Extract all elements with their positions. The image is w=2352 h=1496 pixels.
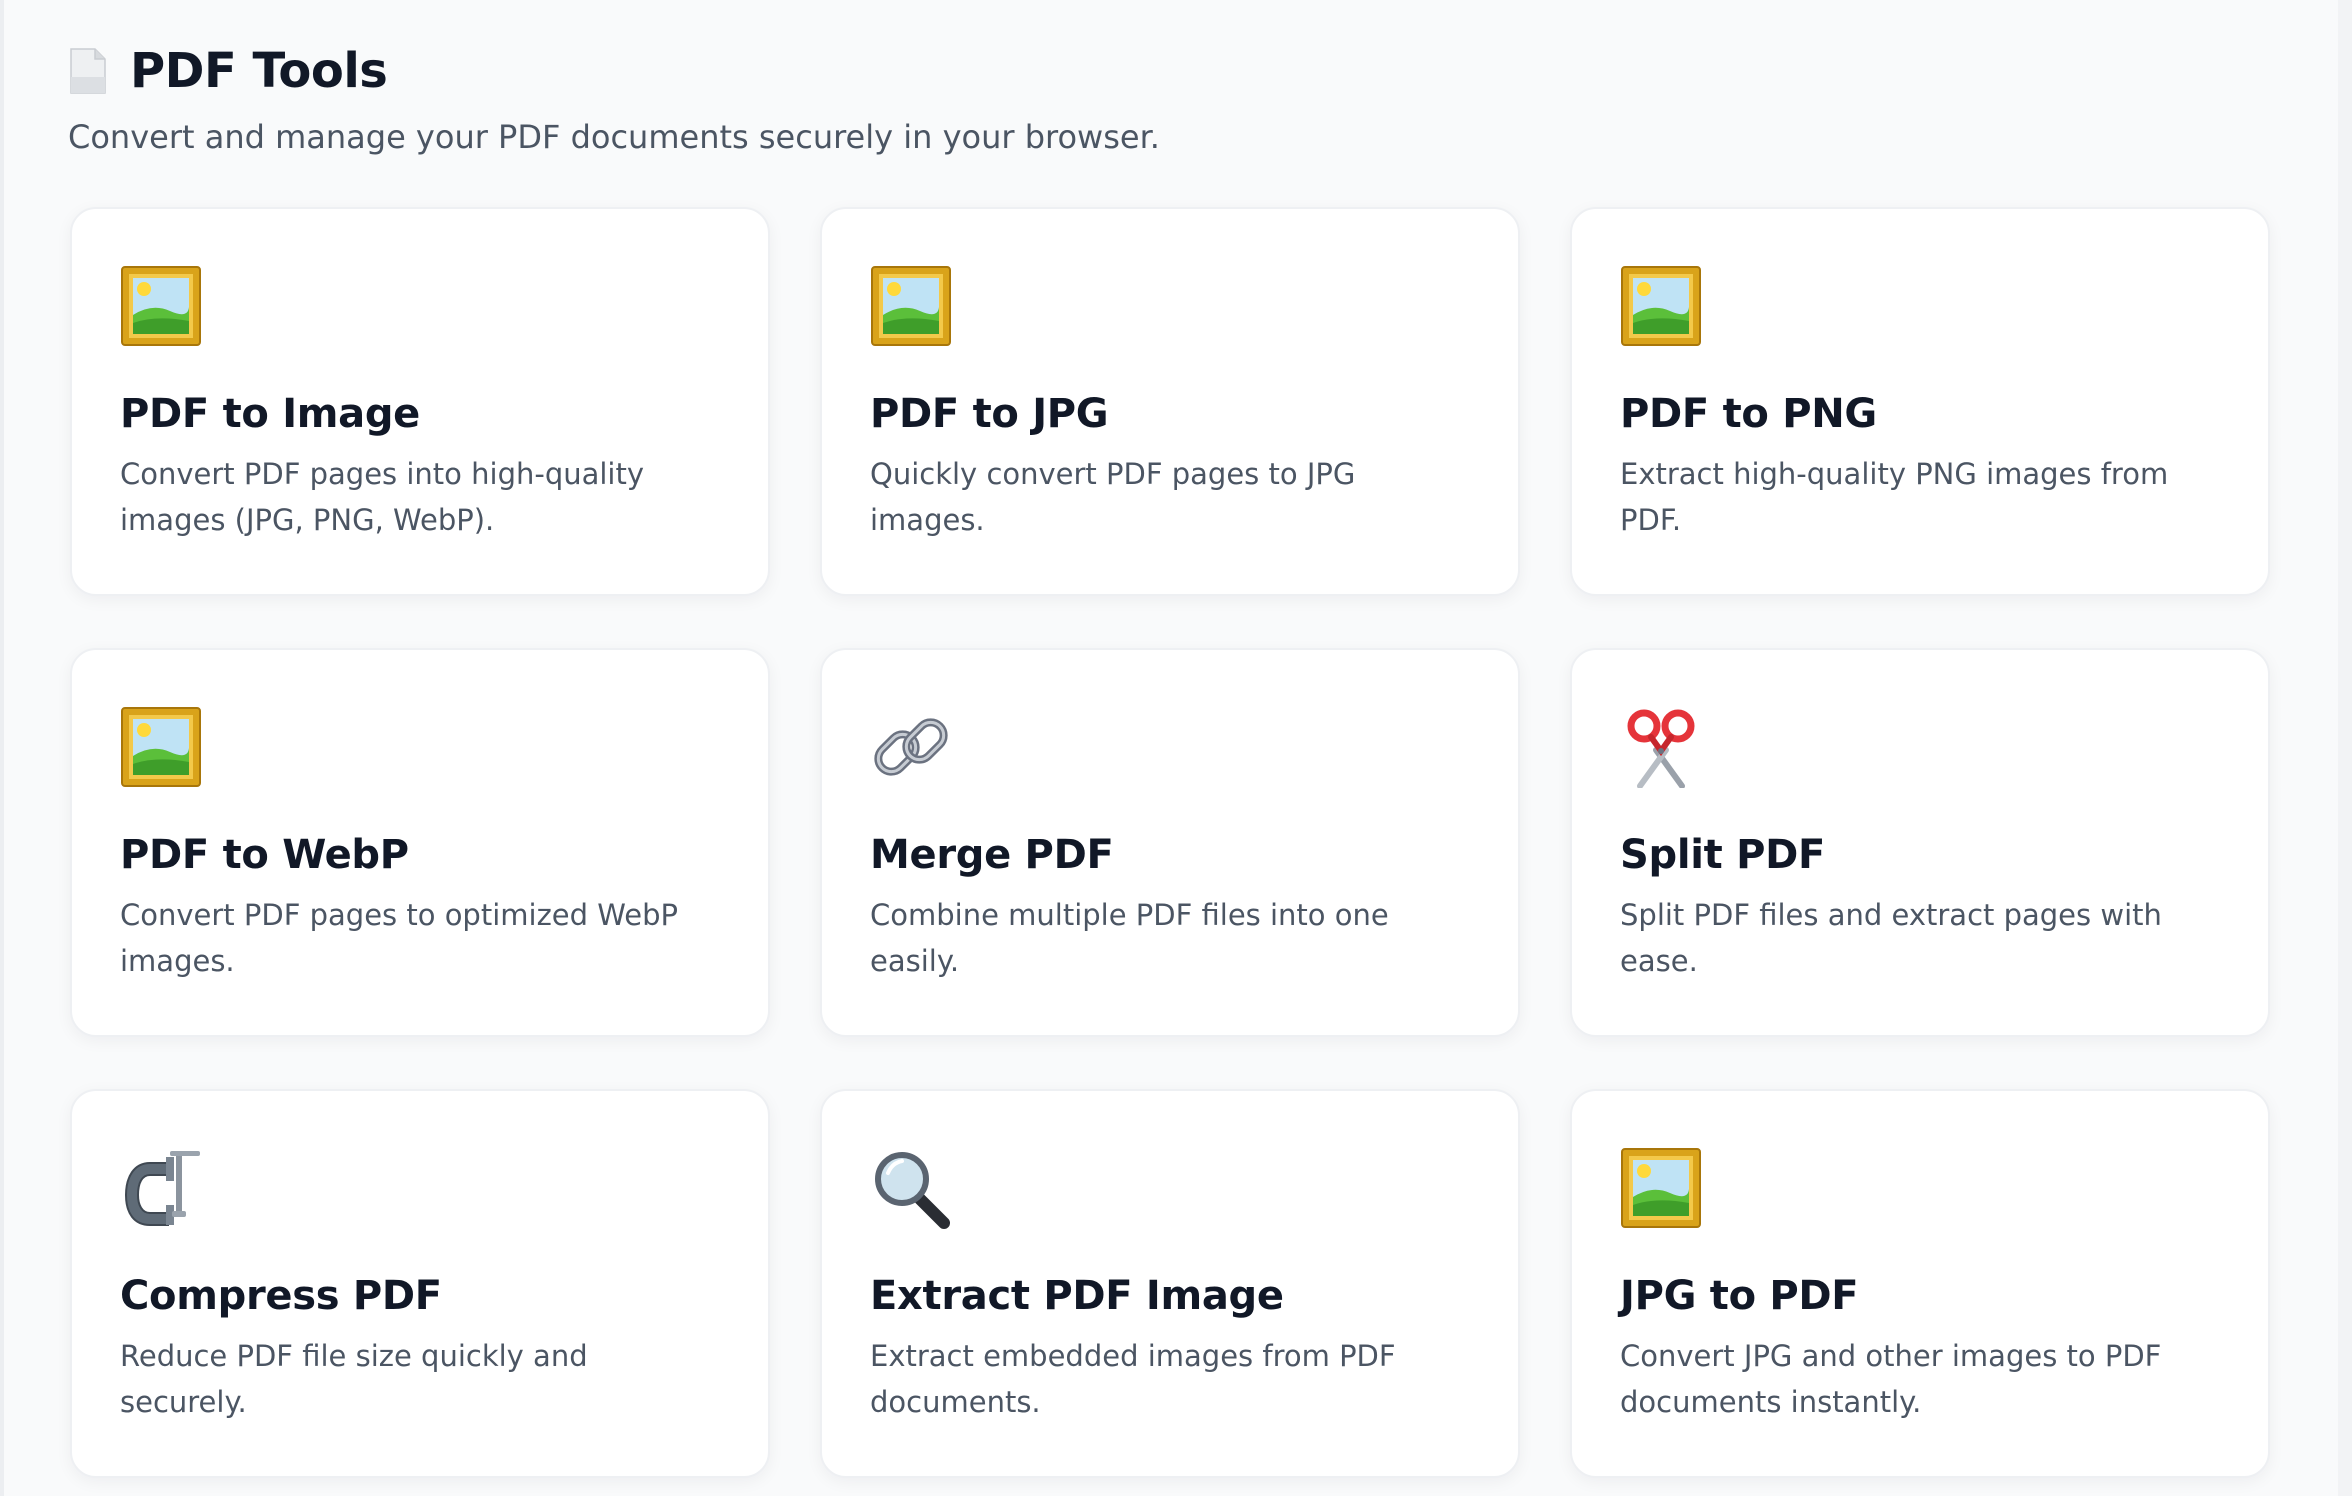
framed-picture-icon xyxy=(1621,1148,1701,1228)
page-subtitle: Convert and manage your PDF documents se… xyxy=(68,118,1160,156)
link-icon xyxy=(874,718,948,776)
tool-title: Compress PDF xyxy=(120,1273,442,1319)
framed-picture-icon xyxy=(1621,266,1701,346)
magnifying-glass-icon xyxy=(875,1152,950,1229)
tool-title: JPG to PDF xyxy=(1620,1273,1859,1319)
tool-description: Quickly convert PDF pages to JPG images. xyxy=(870,457,1356,537)
tools-grid: PDF to Image Convert PDF pages into high… xyxy=(70,207,2270,1478)
scissors-icon xyxy=(1627,709,1695,788)
tool-card-pdf-to-png[interactable]: PDF to PNG Extract high-quality PNG imag… xyxy=(1570,207,2270,596)
tool-title: Extract PDF Image xyxy=(870,1273,1284,1319)
tool-title: Merge PDF xyxy=(870,832,1114,878)
tool-card-split-pdf[interactable]: Split PDF Split PDF files and extract pa… xyxy=(1570,648,2270,1037)
tool-title: PDF to JPG xyxy=(870,391,1109,437)
tool-card-pdf-to-webp[interactable]: PDF to WebP Convert PDF pages to optimiz… xyxy=(70,648,770,1037)
pdf-tools-page: PDF Tools Convert and manage your PDF do… xyxy=(0,0,2352,1496)
framed-picture-icon xyxy=(121,707,201,787)
tool-description: Convert JPG and other images to PDF docu… xyxy=(1620,1339,2162,1419)
document-icon xyxy=(70,48,106,94)
left-border xyxy=(0,0,4,1496)
tool-card-pdf-to-image[interactable]: PDF to Image Convert PDF pages into high… xyxy=(70,207,770,596)
framed-picture-icon xyxy=(121,266,201,346)
tool-card-pdf-to-jpg[interactable]: PDF to JPG Quickly convert PDF pages to … xyxy=(820,207,1520,596)
scrollbar-track[interactable] xyxy=(2338,0,2352,1496)
tool-description: Convert PDF pages into high-quality imag… xyxy=(120,457,645,537)
tool-card-merge-pdf[interactable]: Merge PDF Combine multiple PDF files int… xyxy=(820,648,1520,1037)
tool-title: Split PDF xyxy=(1620,832,1826,878)
tool-title: PDF to PNG xyxy=(1620,391,1877,437)
tool-title: PDF to Image xyxy=(120,391,421,437)
tool-description: Reduce PDF file size quickly and securel… xyxy=(120,1339,588,1419)
title-row: PDF Tools xyxy=(68,38,1160,104)
tool-card-extract-pdf-image[interactable]: Extract PDF Image Extract embedded image… xyxy=(820,1089,1520,1478)
framed-picture-icon xyxy=(871,266,951,346)
tool-description: Combine multiple PDF files into one easi… xyxy=(870,898,1389,978)
tool-title: PDF to WebP xyxy=(120,832,409,878)
tool-card-jpg-to-pdf[interactable]: JPG to PDF Convert JPG and other images … xyxy=(1570,1089,2270,1478)
page-header: PDF Tools Convert and manage your PDF do… xyxy=(68,38,1160,156)
tool-description: Extract high-quality PNG images from PDF… xyxy=(1620,457,2169,537)
tool-description: Split PDF files and extract pages with e… xyxy=(1620,898,2162,978)
tool-card-compress-pdf[interactable]: Compress PDF Reduce PDF file size quickl… xyxy=(70,1089,770,1478)
tool-description: Extract embedded images from PDF documen… xyxy=(870,1339,1396,1419)
tool-description: Convert PDF pages to optimized WebP imag… xyxy=(120,898,678,978)
page-title: PDF Tools xyxy=(130,43,388,99)
clamp-icon xyxy=(124,1151,200,1226)
